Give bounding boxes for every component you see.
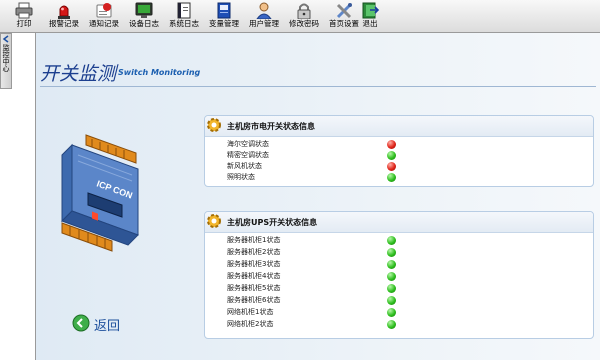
- toolbar-print-label: 打印: [16, 19, 32, 28]
- status-label: 海尔空调状态: [227, 140, 269, 148]
- status-row: 网络机柜2状态: [227, 319, 567, 330]
- toolbar-exit-button[interactable]: 退出: [352, 1, 388, 31]
- back-arrow-icon: [72, 314, 90, 332]
- printer-icon: [15, 2, 33, 19]
- status-row: 网络机柜1状态: [227, 307, 567, 318]
- toolbar-variable-management-button[interactable]: 变量管理: [204, 1, 244, 31]
- status-indicator-green: [387, 260, 396, 269]
- status-row: 新风机状态: [227, 161, 567, 172]
- status-label: 服务器机柜4状态: [227, 272, 281, 280]
- toolbar-device-log-button[interactable]: 设备日志: [124, 1, 164, 31]
- tools-icon: [336, 3, 352, 19]
- alarm-light-icon: [58, 5, 70, 19]
- page-subtitle: Switch Monitoring: [118, 68, 201, 77]
- notice-icon: [96, 3, 112, 18]
- status-label: 精密空调状态: [227, 151, 269, 159]
- toolbar-system-log-button[interactable]: 系统日志: [164, 1, 204, 31]
- variable-book-icon: [217, 2, 231, 19]
- toolbar-device-log-label: 设备日志: [129, 19, 159, 28]
- status-label: 服务器机柜6状态: [227, 296, 281, 304]
- toolbar-alarm-records-label: 报警记录: [49, 19, 79, 28]
- toolbar-exit-label: 退出: [362, 19, 378, 28]
- gear-icon: [207, 214, 221, 228]
- status-indicator-green: [387, 320, 396, 329]
- toolbar: 打印 报警记录 通知记录 设备日志 系统日志 变量管理 用户管理 修改密码 首页…: [0, 0, 600, 33]
- system-log-icon: [177, 2, 191, 19]
- panel-header: 主机房市电开关状态信息: [205, 116, 593, 137]
- status-label: 服务器机柜1状态: [227, 236, 281, 244]
- status-indicator-green: [387, 248, 396, 257]
- status-row: 服务器机柜6状态: [227, 295, 567, 306]
- sidebar: 监控中心: [0, 33, 36, 360]
- status-indicator-green: [387, 272, 396, 281]
- status-label: 新风机状态: [227, 162, 262, 170]
- panel-header: 主机房UPS开关状态信息: [205, 212, 593, 233]
- toolbar-alarm-records-button[interactable]: 报警记录: [44, 1, 84, 31]
- status-label: 照明状态: [227, 173, 255, 181]
- panel-title: 主机房UPS开关状态信息: [227, 218, 318, 227]
- status-indicator-green: [387, 236, 396, 245]
- io-module-device-image: ICP CON: [61, 134, 139, 252]
- status-label: 服务器机柜3状态: [227, 260, 281, 268]
- toolbar-system-log-label: 系统日志: [169, 19, 199, 28]
- back-label: 返回: [94, 319, 121, 334]
- page-title: 开关监测: [40, 63, 117, 85]
- mains-switch-status-panel: 主机房市电开关状态信息 海尔空调状态 精密空调状态 新风机状态 照明状态: [204, 115, 594, 187]
- status-row: 服务器机柜2状态: [227, 247, 567, 258]
- status-indicator-green: [387, 296, 396, 305]
- status-indicator-green: [387, 284, 396, 293]
- status-row: 海尔空调状态: [227, 139, 567, 150]
- status-indicator-green: [387, 173, 396, 182]
- main-content: 开关监测 Switch Monitoring ICP CON 返回 主机房市电开…: [36, 33, 600, 360]
- panel-title: 主机房市电开关状态信息: [227, 122, 315, 131]
- status-indicator-red: [387, 140, 396, 149]
- status-label: 服务器机柜2状态: [227, 248, 281, 256]
- status-row: 服务器机柜1状态: [227, 235, 567, 246]
- toolbar-notice-records-label: 通知记录: [89, 19, 119, 28]
- user-icon: [256, 2, 272, 19]
- status-row: 照明状态: [227, 172, 567, 183]
- status-row: 服务器机柜4状态: [227, 271, 567, 282]
- status-label: 网络机柜2状态: [227, 320, 274, 328]
- status-indicator-red: [387, 162, 396, 171]
- exit-icon: [362, 2, 379, 19]
- padlock-icon: [297, 3, 311, 19]
- toolbar-change-password-label: 修改密码: [289, 19, 319, 28]
- toolbar-notice-records-button[interactable]: 通知记录: [84, 1, 124, 31]
- monitoring-center-tab[interactable]: 监控中心: [0, 33, 12, 89]
- status-label: 服务器机柜5状态: [227, 284, 281, 292]
- toolbar-print-button[interactable]: 打印: [4, 1, 44, 31]
- monitoring-center-tab-label: 监控中心: [2, 44, 10, 72]
- status-row: 服务器机柜5状态: [227, 283, 567, 294]
- status-row: 精密空调状态: [227, 150, 567, 161]
- device-monitor-icon: [135, 2, 153, 18]
- ups-switch-status-panel: 主机房UPS开关状态信息 服务器机柜1状态 服务器机柜2状态 服务器机柜3状态 …: [204, 211, 594, 339]
- status-row: 服务器机柜3状态: [227, 259, 567, 270]
- title-divider: [40, 86, 596, 87]
- collapse-arrow-icon: [2, 35, 9, 43]
- toolbar-user-management-label: 用户管理: [249, 19, 279, 28]
- toolbar-user-management-button[interactable]: 用户管理: [244, 1, 284, 31]
- status-label: 网络机柜1状态: [227, 308, 274, 316]
- toolbar-variable-management-label: 变量管理: [209, 19, 239, 28]
- gear-icon: [207, 118, 221, 132]
- status-indicator-green: [387, 308, 396, 317]
- status-indicator-green: [387, 151, 396, 160]
- toolbar-change-password-button[interactable]: 修改密码: [284, 1, 324, 31]
